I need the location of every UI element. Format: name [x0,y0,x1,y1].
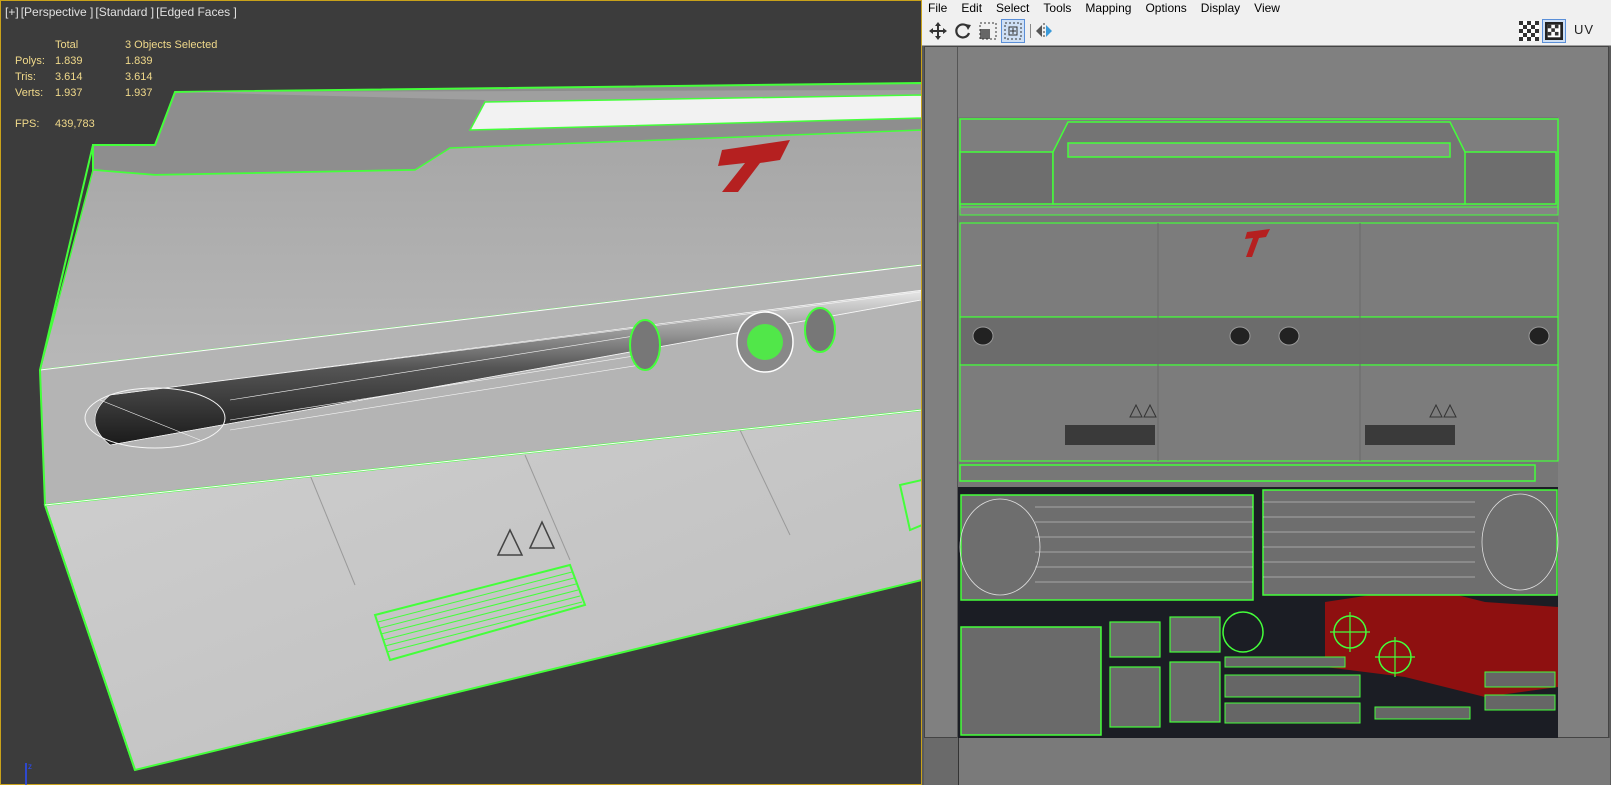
fps-value: 439,783 [55,118,95,130]
menu-edit[interactable]: Edit [954,0,989,16]
viewport-plus-menu[interactable]: [+] [5,5,19,19]
stats-total: 3.614 [55,71,83,83]
viewport-pov-menu[interactable]: [Perspective ] [21,5,94,19]
stats-header-selected: 3 Objects Selected [125,39,218,51]
stats-label: Tris: [15,71,36,83]
uv-toolbar: UV [922,16,1611,46]
stats-selected: 3.614 [125,71,153,83]
uv-channel-label[interactable]: UV [1574,22,1594,37]
uv-editor-window[interactable]: File Edit Select Tools Mapping Options D… [922,0,1611,785]
rotate-icon[interactable] [951,19,975,43]
stats-row-tris: Tris: 3.614 3.614 [15,69,245,85]
menu-display[interactable]: Display [1194,0,1247,16]
uv-canvas[interactable] [924,46,1609,739]
uv-layout [957,47,1559,739]
toolbar-separator [1030,24,1031,38]
menu-select[interactable]: Select [989,0,1036,16]
statistics-overlay: Total 3 Objects Selected Polys: 1.839 1.… [15,37,245,132]
move-icon[interactable] [926,19,950,43]
menu-view[interactable]: View [1247,0,1287,16]
stats-label: Polys: [15,55,45,67]
checker-alt-icon[interactable] [1542,19,1566,43]
menu-mapping[interactable]: Mapping [1078,0,1138,16]
stats-total: 1.839 [55,55,83,67]
uv-status-area [924,738,1610,785]
stats-total: 1.937 [55,87,83,99]
stats-header-total: Total [55,39,79,51]
viewport-display-menu[interactable]: [Edged Faces ] [156,5,237,19]
stats-row-fps: FPS: 439,783 [15,116,245,132]
menu-options[interactable]: Options [1138,0,1193,16]
stats-selected: 1.839 [125,55,153,67]
menu-file[interactable]: File [922,0,954,16]
stats-label: Verts: [15,87,44,99]
perspective-viewport[interactable]: [+] [Perspective ] [Standard ] [Edged Faces… [0,0,922,785]
freeform-icon[interactable] [1001,19,1025,43]
viewport-label-menu[interactable]: [+] [Perspective ] [Standard ] [Edged Faces… [5,5,239,19]
menu-tools[interactable]: Tools [1036,0,1078,16]
scale-icon[interactable] [976,19,1000,43]
uv-status-panel [958,738,1610,785]
viewport-shading-menu[interactable]: [Standard ] [95,5,154,19]
svg-text:z: z [28,762,32,771]
mirror-icon[interactable] [1032,19,1056,43]
checker-icon[interactable] [1517,19,1541,43]
fps-label: FPS: [15,118,40,130]
stats-row-polys: Polys: 1.839 1.839 [15,53,245,69]
uv-menubar: File Edit Select Tools Mapping Options D… [922,0,1611,17]
stats-selected: 1.937 [125,87,153,99]
stats-row-verts: Verts: 1.937 1.937 [15,85,245,101]
axis-tripod-icon: z [25,762,32,785]
